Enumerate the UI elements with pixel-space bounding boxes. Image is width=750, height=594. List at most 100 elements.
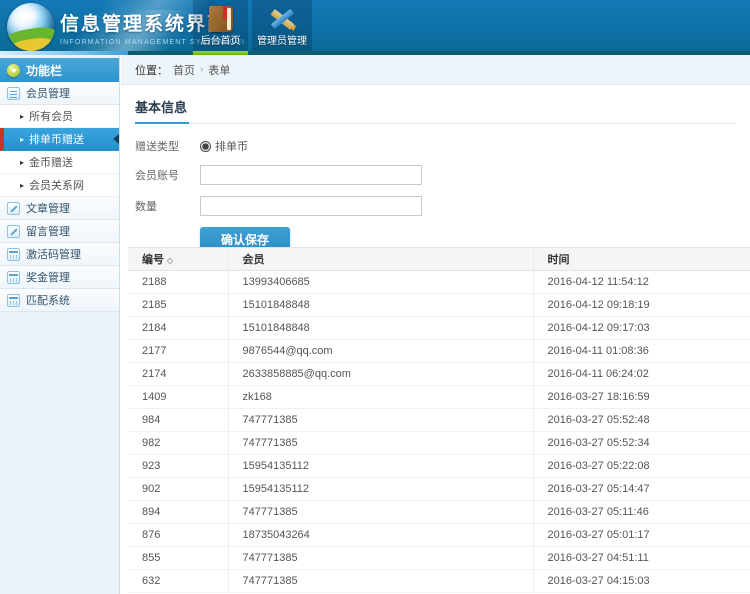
sidebar-item-article-management[interactable]: 文章管理 [0,197,119,220]
sidebar-item-message-management[interactable]: 留言管理 [0,220,119,243]
breadcrumb-prefix: 位置： [135,62,168,78]
sidebar-item-bonus-management[interactable]: 奖金管理 [0,266,119,289]
cell-member: 747771385 [228,409,533,432]
field-label: 数量 [135,198,200,214]
cell-time: 2016-03-27 04:51:11 [533,547,750,570]
edit-icon [7,202,20,215]
cell-time: 2016-03-27 18:16:59 [533,386,750,409]
sidebar-title: 功能栏 [26,62,62,79]
sidebar-item-activation-code-management[interactable]: 激活码管理 [0,243,119,266]
sidebar-item-label: 金币赠送 [29,154,73,170]
cell-member: 9876544@qq.com [228,340,533,363]
active-item-arrow-icon [113,134,119,144]
breadcrumb-form-link[interactable]: 表单 [208,62,230,78]
field-label: 赠送类型 [135,138,200,154]
cell-id: 1409 [128,386,228,409]
table-row: 9847477713852016-03-27 05:52:48 [128,409,750,432]
quantity-input[interactable] [200,196,422,216]
gift-form: 赠送类型 排单币 会员账号 数量 确认保存 [121,138,750,251]
cell-member: 15954135112 [228,478,533,501]
active-tab-underline [193,51,248,55]
bullet-icon: ▸ [20,112,24,121]
sidebar: 功能栏 会员管理 ▸ 所有会员 ▸ 排单币赠送 ▸ 金币赠送 ▸ 会员关系网 文… [0,55,120,594]
book-page [227,8,231,30]
cell-id: 876 [128,524,228,547]
table-row: 902159541351122016-03-27 05:14:47 [128,478,750,501]
breadcrumb: 位置： 首页 › 表单 [121,55,750,85]
sidebar-item-matching-system[interactable]: 匹配系统 [0,289,119,312]
calendar-icon [7,294,20,307]
bullet-icon: ▸ [20,135,24,144]
breadcrumb-home-link[interactable]: 首页 [173,62,195,78]
cell-member: 18735043264 [228,524,533,547]
table-row: 1409zk1682016-03-27 18:16:59 [128,386,750,409]
breadcrumb-separator: › [200,64,203,75]
form-row-gift-type: 赠送类型 排单币 [135,138,750,154]
cell-id: 855 [128,547,228,570]
tab-label: 管理员管理 [252,32,312,47]
table-row: 9827477713852016-03-27 05:52:34 [128,432,750,455]
table-header-row: 编号◇ 会员 时间 [128,248,750,271]
cell-id: 2188 [128,271,228,294]
member-account-input[interactable] [200,165,422,185]
form-row-member-account: 会员账号 [135,165,750,185]
bullet-icon: ▸ [20,158,24,167]
tab-label: 后台首页 [193,32,248,47]
book-bookmark [223,6,227,19]
cell-time: 2016-03-27 05:01:17 [533,524,750,547]
cell-time: 2016-04-12 09:17:03 [533,317,750,340]
sidebar-item-all-members[interactable]: ▸ 所有会员 [0,105,119,128]
cell-member: 2633858885@qq.com [228,363,533,386]
table-row: 2188139934066852016-04-12 11:54:12 [128,271,750,294]
tab-backend-home[interactable]: 后台首页 [193,0,248,55]
table-row: 2185151018488482016-04-12 09:18:19 [128,294,750,317]
form-row-quantity: 数量 [135,196,750,216]
sidebar-item-gold-coin-gift[interactable]: ▸ 金币赠送 [0,151,119,174]
table-row: 8947477713852016-03-27 05:11:46 [128,501,750,524]
bullet-icon: ▸ [20,181,24,190]
sidebar-item-member-network[interactable]: ▸ 会员关系网 [0,174,119,197]
sort-icon[interactable]: ◇ [167,256,173,265]
gift-type-radio[interactable] [200,141,211,152]
section-head: 基本信息 [135,95,736,124]
sidebar-item-label: 匹配系统 [26,292,70,308]
table-row: 8557477713852016-03-27 04:51:11 [128,547,750,570]
sidebar-item-label: 会员关系网 [29,177,84,193]
sidebar-item-label: 所有会员 [29,108,73,124]
cell-time: 2016-03-27 05:22:08 [533,455,750,478]
table-row: 2184151018488482016-04-12 09:17:03 [128,317,750,340]
tab-admin-management[interactable]: 管理员管理 [252,0,312,55]
column-header-member: 会员 [228,248,533,271]
calendar-icon [7,248,20,261]
table-row: 21779876544@qq.com2016-04-11 01:08:36 [128,340,750,363]
cell-member: 15954135112 [228,455,533,478]
cell-time: 2016-03-27 05:14:47 [533,478,750,501]
sidebar-header-function-bar[interactable]: 功能栏 [0,58,119,82]
cell-id: 894 [128,501,228,524]
cell-member: 15101848848 [228,317,533,340]
section-title: 基本信息 [135,95,189,124]
cell-member: 15101848848 [228,294,533,317]
cell-time: 2016-04-12 11:54:12 [533,271,750,294]
admin-tools-icon [268,6,296,32]
cell-id: 2177 [128,340,228,363]
table-row: 876187350432642016-03-27 05:01:17 [128,524,750,547]
cell-time: 2016-04-11 01:08:36 [533,340,750,363]
sidebar-item-label: 激活码管理 [26,246,81,262]
cell-time: 2016-03-27 04:15:03 [533,570,750,593]
table-row: 923159541351122016-03-27 05:22:08 [128,455,750,478]
cell-member: 747771385 [228,501,533,524]
cell-id: 2185 [128,294,228,317]
column-header-time: 时间 [533,248,750,271]
logo-gloss [15,8,39,24]
sidebar-item-member-management[interactable]: 会员管理 [0,82,119,105]
sidebar-item-queue-coin-gift[interactable]: ▸ 排单币赠送 [0,128,119,151]
column-header-id[interactable]: 编号◇ [128,248,228,271]
cell-time: 2016-04-12 09:18:19 [533,294,750,317]
sidebar-item-label: 排单币赠送 [29,131,84,147]
cell-time: 2016-04-11 06:24:02 [533,363,750,386]
sidebar-item-label: 会员管理 [26,85,70,101]
cell-id: 2184 [128,317,228,340]
pencil-tip [290,23,298,31]
cell-member: 747771385 [228,570,533,593]
